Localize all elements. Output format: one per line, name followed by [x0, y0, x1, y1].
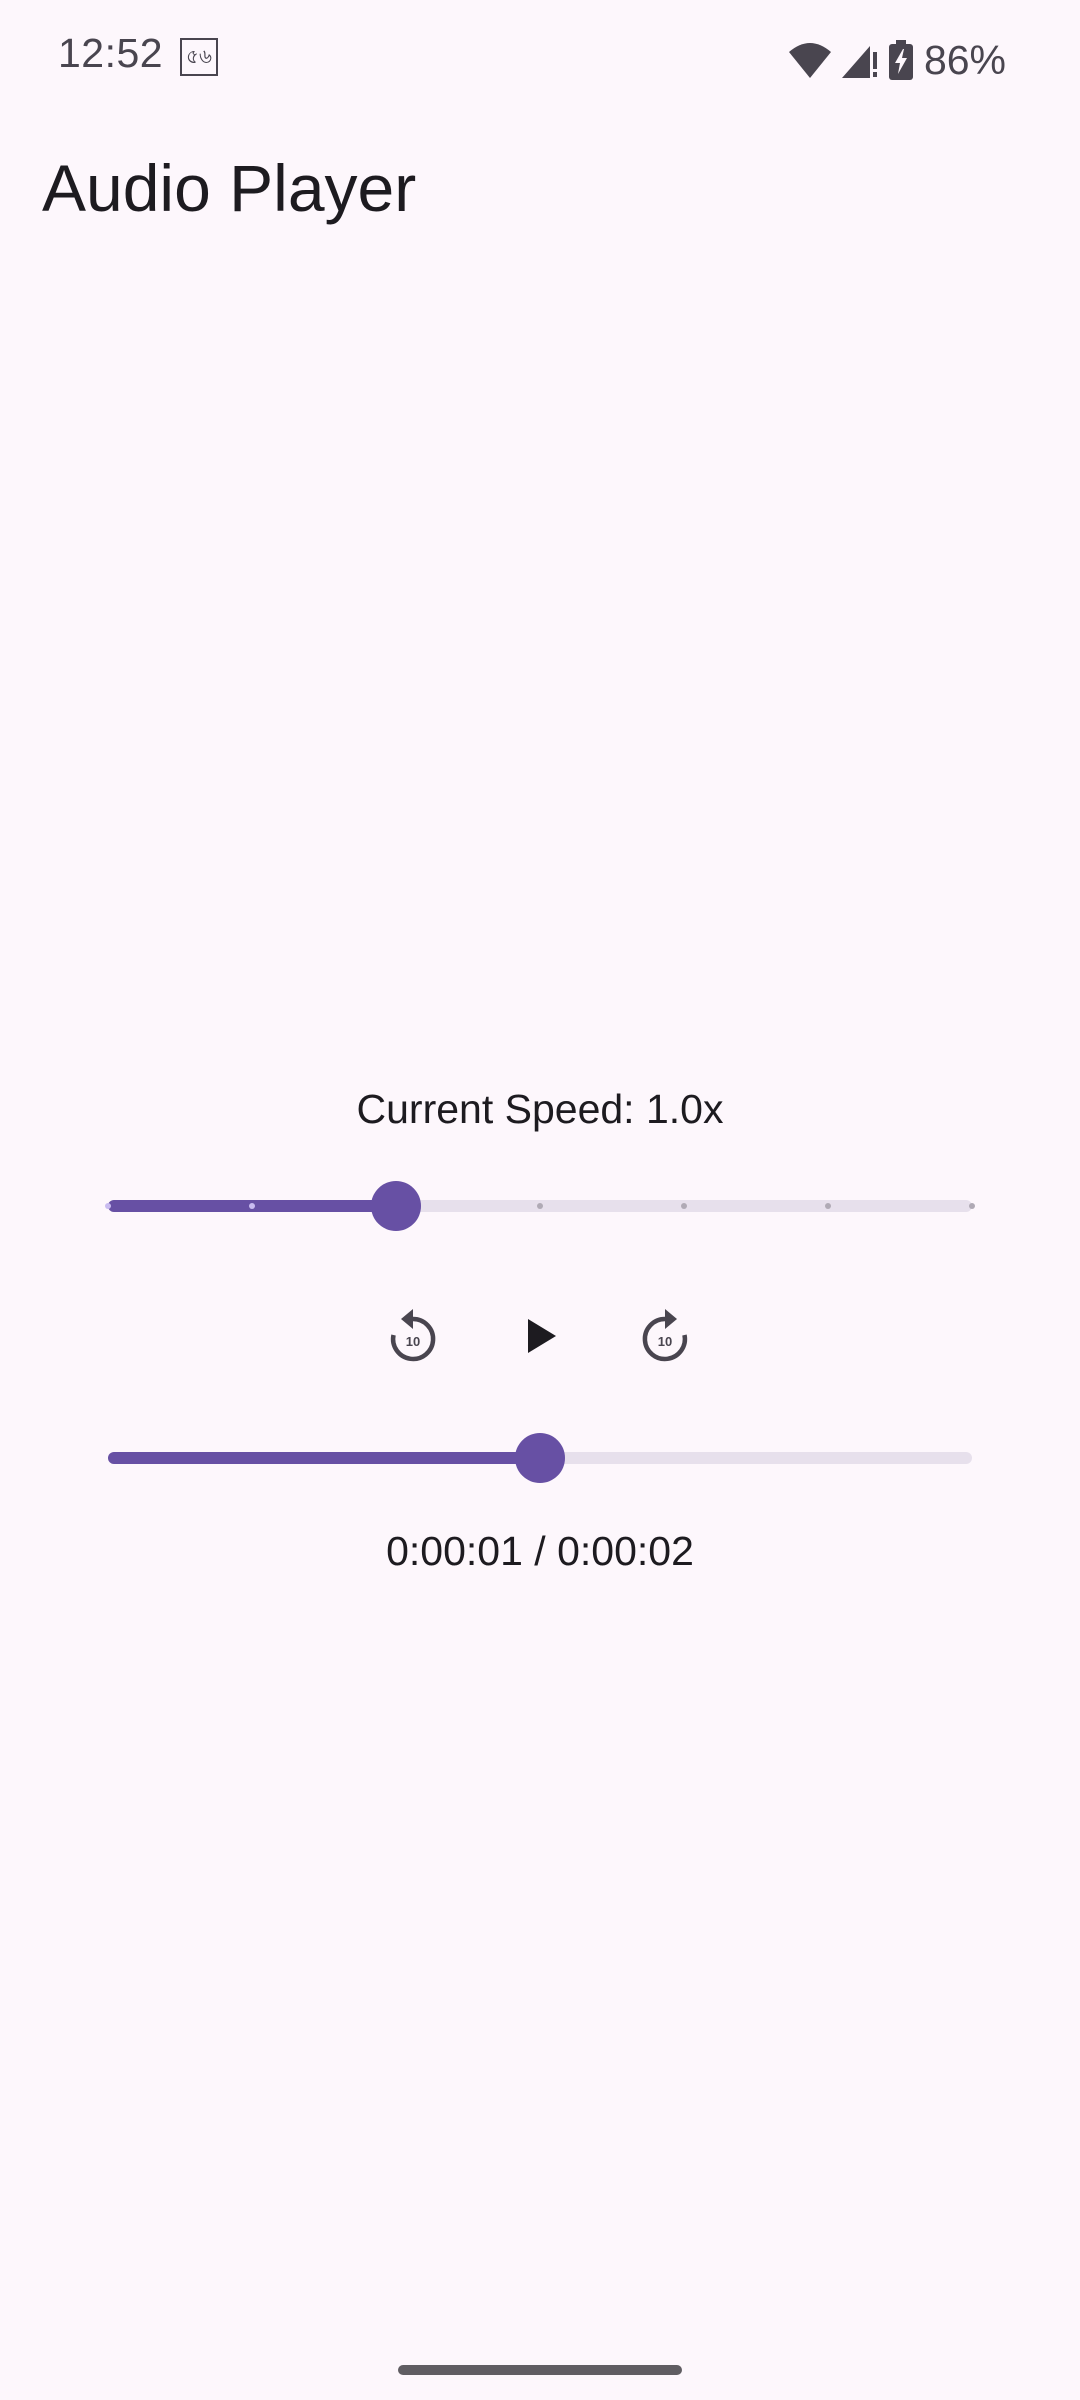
- rewind-10-button[interactable]: 10: [373, 1296, 453, 1376]
- play-button[interactable]: [500, 1296, 580, 1376]
- speed-slider-tick: [105, 1203, 111, 1209]
- page-title: Audio Player: [42, 151, 417, 225]
- svg-text:10: 10: [658, 1334, 672, 1349]
- play-icon: [520, 1316, 560, 1356]
- speed-slider-tick: [249, 1203, 255, 1209]
- svg-text:10: 10: [406, 1334, 420, 1349]
- notification-icon: ৫৬: [180, 38, 218, 76]
- playback-time: 0:00:01 / 0:00:02: [386, 1528, 694, 1574]
- status-time: 12:52: [58, 30, 164, 76]
- battery-percentage: 86%: [923, 36, 1006, 83]
- speed-slider-thumb[interactable]: [371, 1181, 421, 1231]
- status-icons: 86%: [788, 30, 1006, 90]
- progress-slider[interactable]: [108, 1428, 972, 1488]
- forward-10-button[interactable]: 10: [625, 1296, 705, 1376]
- audio-player-screen: 12:52 ৫৬ 86% Audio Player Current Speed:…: [0, 0, 1080, 2400]
- speed-slider-tick: [537, 1203, 543, 1209]
- progress-slider-active-track: [108, 1452, 540, 1464]
- forward-10-icon: 10: [637, 1306, 693, 1366]
- progress-slider-thumb[interactable]: [515, 1433, 565, 1483]
- speed-slider-tick: [825, 1203, 831, 1209]
- battery-charging-icon: [888, 40, 914, 80]
- speed-slider-tick: [969, 1203, 975, 1209]
- wifi-icon: [788, 40, 832, 80]
- replay-10-icon: 10: [385, 1306, 441, 1366]
- speed-slider-tick: [681, 1203, 687, 1209]
- speed-label: Current Speed: 1.0x: [356, 1086, 724, 1132]
- speed-slider[interactable]: [105, 1176, 975, 1236]
- gesture-nav-handle[interactable]: [398, 2365, 682, 2375]
- cell-signal-icon: [840, 40, 880, 80]
- playback-controls: 10 10: [0, 1296, 1080, 1376]
- status-bar: 12:52 ৫৬ 86%: [0, 0, 1080, 120]
